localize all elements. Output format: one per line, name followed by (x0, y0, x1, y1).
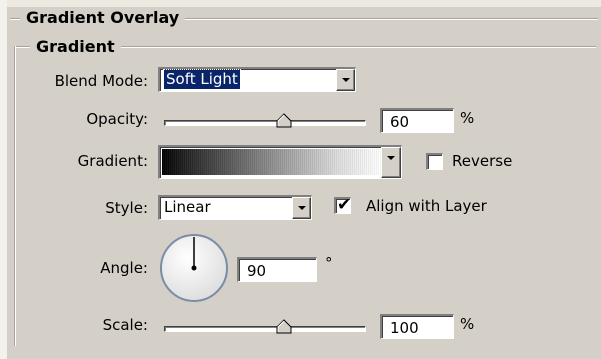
blend-mode-select[interactable]: Soft Light (158, 67, 356, 92)
angle-input[interactable]: 90 (237, 257, 317, 282)
scale-input[interactable]: 100 (380, 314, 454, 339)
style-select[interactable]: Linear (158, 195, 312, 220)
opacity-unit: % (460, 109, 475, 127)
style-label: Style: (105, 199, 148, 217)
gradient-label: Gradient: (77, 152, 148, 170)
chevron-down-icon[interactable] (381, 147, 401, 178)
gradient-picker[interactable] (158, 145, 402, 179)
scale-input-value: 100 (390, 319, 419, 337)
align-with-layer-label: Align with Layer (366, 197, 487, 215)
window-left-strip (0, 0, 7, 359)
opacity-label: Opacity: (86, 110, 148, 128)
reverse-checkbox[interactable] (426, 153, 443, 170)
reverse-label: Reverse (452, 152, 513, 170)
opacity-input[interactable]: 60 (380, 108, 454, 133)
opacity-slider-track[interactable] (164, 120, 366, 126)
angle-label: Angle: (100, 259, 148, 277)
angle-unit: ° (325, 254, 333, 272)
window-top-strip (0, 0, 601, 7)
inner-group-left-edge (14, 46, 16, 346)
scale-label: Scale: (102, 316, 148, 334)
triangle-up-icon[interactable] (276, 319, 292, 335)
outer-group-title: Gradient Overlay (20, 8, 186, 28)
chevron-down-icon[interactable] (292, 197, 311, 219)
scale-unit: % (460, 315, 475, 333)
opacity-input-value: 60 (390, 113, 410, 131)
blend-mode-value: Soft Light (163, 69, 241, 90)
style-value: Linear (164, 198, 211, 216)
inner-group-title: Gradient (30, 37, 121, 57)
align-with-layer-checkbox[interactable]: ✔ (334, 195, 352, 215)
angle-input-value: 90 (247, 262, 267, 280)
chevron-down-icon[interactable] (336, 69, 355, 91)
angle-dial[interactable] (158, 232, 230, 304)
scale-slider-track[interactable] (164, 326, 366, 332)
triangle-up-icon[interactable] (276, 113, 292, 129)
blend-mode-label: Blend Mode: (54, 72, 148, 90)
checkmark-icon: ✔ (337, 195, 352, 215)
gradient-swatch[interactable] (162, 149, 381, 175)
